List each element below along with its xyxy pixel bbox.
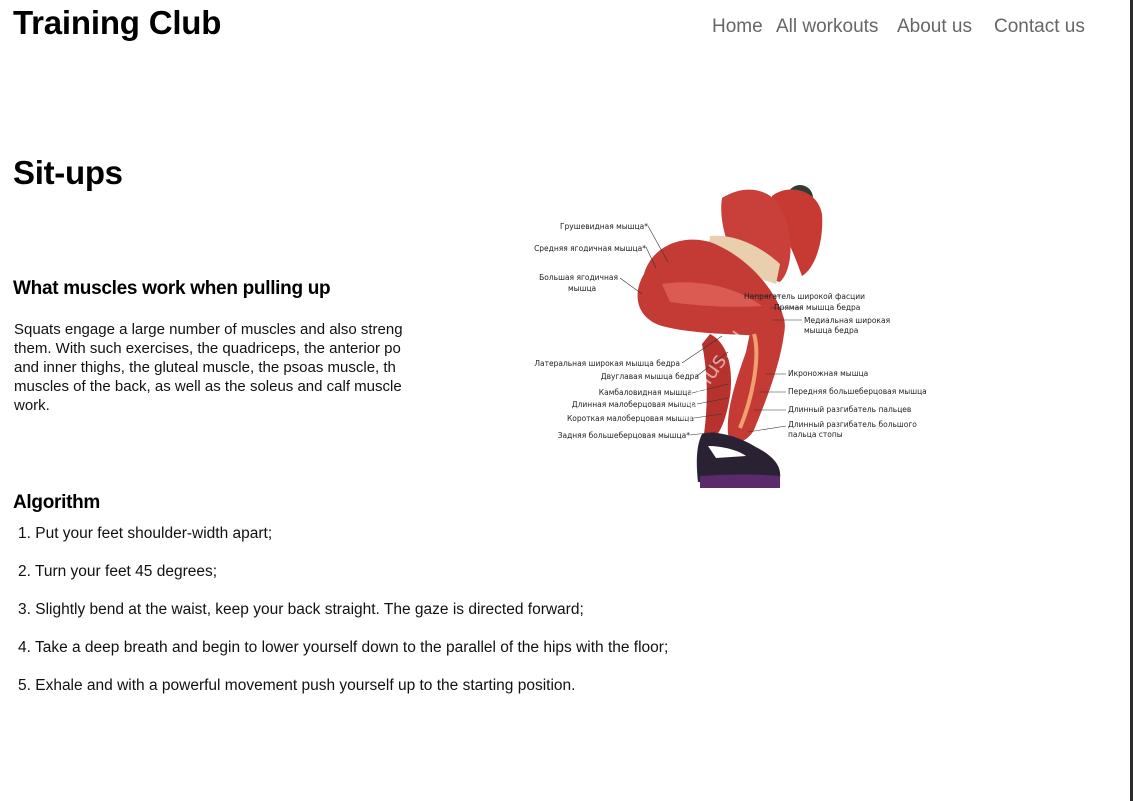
nav-contact-us[interactable]: Contact us (994, 16, 1085, 38)
label-extensor-hallucis-2: пальца стопы (788, 430, 843, 439)
description-line: muscles of the back, as well as the sole… (14, 378, 402, 395)
nav-home[interactable]: Home (712, 16, 763, 38)
page-title: Sit-ups (13, 154, 123, 191)
label-piriformis: Грушевидная мышца* (560, 222, 648, 231)
nav-all-workouts[interactable]: All workouts (776, 16, 878, 38)
label-biceps-femoris: Двуглавая мышца бедра (601, 372, 699, 381)
algorithm-step: 3. Slightly bend at the waist, keep your… (18, 601, 584, 618)
algorithm-heading: Algorithm (13, 492, 101, 513)
site-header: Training Club Home All workouts About us… (0, 0, 1125, 56)
algorithm-step: 5. Exhale and with a powerful movement p… (18, 677, 576, 694)
label-vastus-medialis-2: мышца бедра (804, 326, 858, 335)
label-vastus-medialis: Медиальная широкая (804, 316, 890, 325)
algorithm-step: 1. Put your feet shoulder-width apart; (18, 525, 273, 542)
label-gluteus-medius: Средняя ягодичная мышца* (534, 244, 646, 253)
algorithm-step: 2. Turn your feet 45 degrees; (18, 563, 218, 580)
algorithm-step: 4. Take a deep breath and begin to lower… (18, 639, 669, 656)
description-line: Squats engage a large number of muscles … (14, 321, 403, 338)
muscles-description: Squats engage a large number of muscles … (14, 320, 444, 415)
label-soleus: Камбаловидная мышца (599, 388, 692, 397)
label-gastrocnemius: Икроножная мышца (788, 369, 868, 378)
label-extensor-digitorum: Длинный разгибатель пальцев (788, 405, 911, 414)
label-gluteus-maximus: Большая ягодичная (539, 273, 618, 282)
muscles-heading: What muscles work when pulling up (13, 278, 331, 299)
algorithm-list: 1. Put your feet shoulder-width apart; 2… (18, 524, 668, 714)
label-rectus-femoris: Прямая мышца бедра (774, 303, 860, 312)
description-line: them. With such exercises, the quadricep… (14, 340, 401, 357)
label-vastus-lateralis: Латеральная широкая мышца бедра (534, 359, 680, 368)
nav-about-us[interactable]: About us (897, 16, 972, 38)
label-tensor-fasciae-latae: Напрягатель широкой фасции (744, 292, 865, 301)
site-logo[interactable]: Training Club (13, 4, 221, 42)
squat-muscles-illustration: Грушевидная мышца* Средняя ягодичная мыш… (534, 185, 927, 488)
label-gluteus-maximus-2: мышца (568, 284, 596, 293)
label-tibialis-anterior: Передняя большеберцовая мышца (788, 387, 927, 396)
description-line: work. (14, 397, 50, 414)
label-extensor-hallucis: Длинный разгибатель большого (788, 420, 917, 429)
label-tibialis-posterior: Задняя большеберцовая мышца* (558, 431, 691, 440)
description-line: and inner thighs, the gluteal muscle, th… (14, 359, 396, 376)
